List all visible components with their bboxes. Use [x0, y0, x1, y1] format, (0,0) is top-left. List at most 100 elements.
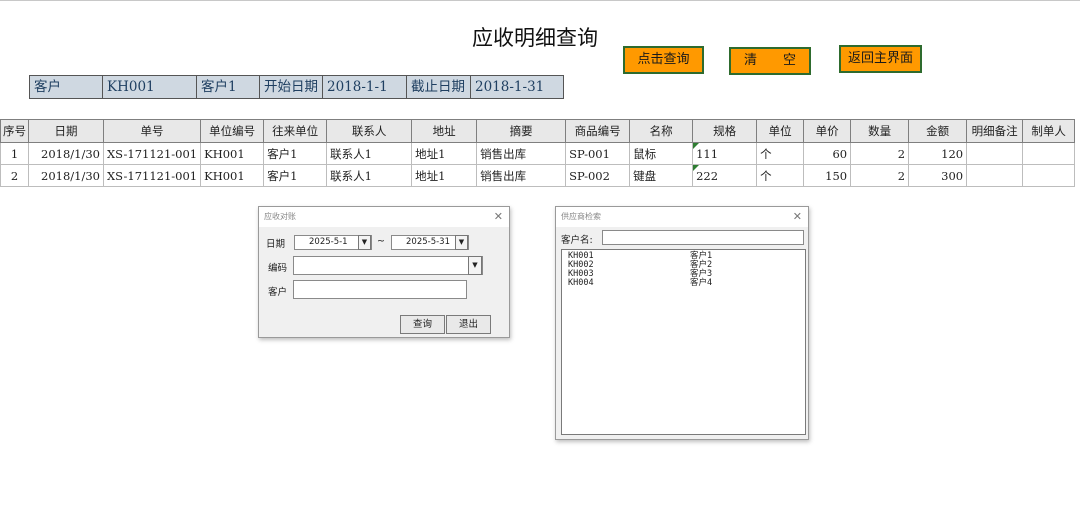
- table-cell[interactable]: 2: [0, 164, 29, 187]
- table-cell[interactable]: [412, 187, 477, 191]
- supplier-search-dialog: 供应商检索 ✕ 客户名: KH001 客户1 KH002 客户2 KH003 客户3 KH0…: [555, 206, 809, 440]
- table-row[interactable]: 1 2018/1/30 XS-171121-001 KH001 客户1 联系人1 地址1 销售…: [0, 142, 1076, 165]
- table-cell[interactable]: [1022, 142, 1076, 165]
- receivable-reconcile-dialog: 应收对账 ✕ 日期 2025-5-1 ▼ ~ 2025-5-31 ▼ 编码 ▼ …: [258, 206, 510, 338]
- table-cell[interactable]: 地址1: [411, 164, 478, 187]
- list-item[interactable]: KH003 客户3: [568, 270, 788, 279]
- table-cell[interactable]: 120: [908, 142, 968, 165]
- table-cell[interactable]: 111: [692, 142, 758, 165]
- end-date-label: 截止日期: [407, 76, 471, 98]
- table-cell[interactable]: 地址1: [411, 142, 478, 165]
- query-button[interactable]: 点击查询: [623, 46, 704, 74]
- table-cell[interactable]: 销售出库: [476, 142, 567, 165]
- table-cell[interactable]: 300: [908, 164, 968, 187]
- date-to-picker[interactable]: 2025-5-31 ▼: [391, 235, 469, 250]
- table-cell[interactable]: [477, 187, 566, 191]
- close-icon[interactable]: ✕: [494, 207, 503, 227]
- customer-input[interactable]: [293, 280, 467, 299]
- dialog-title: 供应商检索: [561, 212, 601, 221]
- start-date-label: 开始日期: [260, 76, 323, 98]
- table-cell[interactable]: 2018/1/30: [28, 142, 104, 165]
- dialog-titlebar: 应收对账 ✕: [259, 207, 509, 227]
- query-dialog-button[interactable]: 查询: [400, 315, 445, 334]
- table-cell[interactable]: [804, 187, 851, 191]
- list-item-name: 客户4: [690, 278, 713, 288]
- clear-button[interactable]: 清 空: [729, 47, 811, 75]
- table-cell[interactable]: [693, 187, 757, 191]
- table-cell[interactable]: 客户1: [263, 164, 328, 187]
- table-cell[interactable]: [967, 187, 1023, 191]
- table-cell[interactable]: 2: [850, 164, 910, 187]
- close-icon[interactable]: ✕: [793, 207, 802, 227]
- column-header: 摘要: [476, 119, 567, 143]
- detail-table: 序号 日期 单号 单位编号 往来单位 联系人 地址 摘要 商品编号 名称 规格 单位 单价 数量 金额 明细备…: [0, 119, 1076, 191]
- table-cell[interactable]: [104, 187, 201, 191]
- table-cell[interactable]: SP-001: [565, 142, 631, 165]
- filter-bar: 客户 KH001 客户1 开始日期 2018-1-1 截止日期 2018-1-3…: [29, 75, 564, 99]
- table-cell[interactable]: [1, 187, 29, 191]
- list-item[interactable]: KH004 客户4: [568, 279, 788, 288]
- table-cell[interactable]: [1022, 164, 1076, 187]
- table-cell[interactable]: 150: [803, 164, 852, 187]
- table-cell[interactable]: KH001: [200, 142, 265, 165]
- table-cell[interactable]: XS-171121-001: [102, 164, 202, 187]
- table-cell[interactable]: [566, 187, 630, 191]
- table-cell[interactable]: XS-171121-001: [102, 142, 202, 165]
- table-cell[interactable]: 鼠标: [629, 142, 694, 165]
- table-cell[interactable]: 销售出库: [476, 164, 567, 187]
- page-title: 应收明细查询: [472, 26, 598, 50]
- table-cell[interactable]: [1023, 187, 1075, 191]
- table-cell[interactable]: 个: [756, 142, 805, 165]
- table-row[interactable]: 2 2018/1/30 XS-171121-001 KH001 客户1 联系人1 地址1 销售…: [0, 164, 1076, 187]
- customer-listbox[interactable]: KH001 客户1 KH002 客户2 KH003 客户3 KH004 客户4: [561, 249, 806, 435]
- column-header: 单号: [102, 119, 202, 143]
- table-cell[interactable]: 联系人1: [326, 142, 413, 165]
- table-cell[interactable]: [201, 187, 264, 191]
- table-cell[interactable]: 键盘: [629, 164, 694, 187]
- back-to-main-button[interactable]: 返回主界面: [839, 45, 922, 73]
- column-header: 规格: [692, 119, 758, 143]
- exit-dialog-button[interactable]: 退出: [446, 315, 491, 334]
- table-row-empty[interactable]: [1, 187, 1075, 191]
- table-cell[interactable]: [966, 164, 1024, 187]
- table-cell[interactable]: 联系人1: [326, 164, 413, 187]
- dropdown-arrow-icon[interactable]: ▼: [358, 235, 371, 250]
- table-cell[interactable]: [264, 187, 327, 191]
- table-cell[interactable]: [851, 187, 909, 191]
- end-date-field[interactable]: 2018-1-31: [471, 76, 563, 98]
- table-cell[interactable]: [327, 187, 412, 191]
- column-header: 单价: [803, 119, 852, 143]
- date-to-value: 2025-5-31: [406, 237, 450, 247]
- column-header: 单位编号: [200, 119, 265, 143]
- table-cell[interactable]: 个: [756, 164, 805, 187]
- table-cell[interactable]: SP-002: [565, 164, 631, 187]
- table-cell[interactable]: [909, 187, 967, 191]
- customer-name-input[interactable]: [602, 230, 804, 245]
- table-cell[interactable]: KH001: [200, 164, 265, 187]
- table-header-row: 序号 日期 单号 单位编号 往来单位 联系人 地址 摘要 商品编号 名称 规格 单位 单价 数量 金额 明细备…: [0, 119, 1076, 143]
- table-cell[interactable]: 客户1: [263, 142, 328, 165]
- start-date-field[interactable]: 2018-1-1: [323, 76, 407, 98]
- column-header: 日期: [28, 119, 104, 143]
- dropdown-arrow-icon[interactable]: ▼: [468, 256, 482, 275]
- column-header: 金额: [908, 119, 968, 143]
- table-cell[interactable]: 1: [0, 142, 29, 165]
- column-header: 商品编号: [565, 119, 631, 143]
- customer-label: 客户: [268, 287, 288, 298]
- list-item[interactable]: KH002 客户2: [568, 261, 788, 270]
- date-from-picker[interactable]: 2025-5-1 ▼: [294, 235, 372, 250]
- customer-code-field[interactable]: KH001: [103, 76, 197, 98]
- table-cell[interactable]: 2018/1/30: [28, 164, 104, 187]
- table-cell[interactable]: [29, 187, 104, 191]
- table-cell[interactable]: [966, 142, 1024, 165]
- list-item[interactable]: KH001 客户1: [568, 252, 788, 261]
- table-cell[interactable]: [630, 187, 693, 191]
- customer-name-field[interactable]: 客户1: [197, 76, 260, 98]
- column-header: 地址: [411, 119, 478, 143]
- table-cell[interactable]: 222: [692, 164, 758, 187]
- table-cell[interactable]: 2: [850, 142, 910, 165]
- table-cell[interactable]: 60: [803, 142, 852, 165]
- code-combobox[interactable]: ▼: [293, 256, 483, 275]
- table-cell[interactable]: [757, 187, 804, 191]
- dropdown-arrow-icon[interactable]: ▼: [455, 235, 468, 250]
